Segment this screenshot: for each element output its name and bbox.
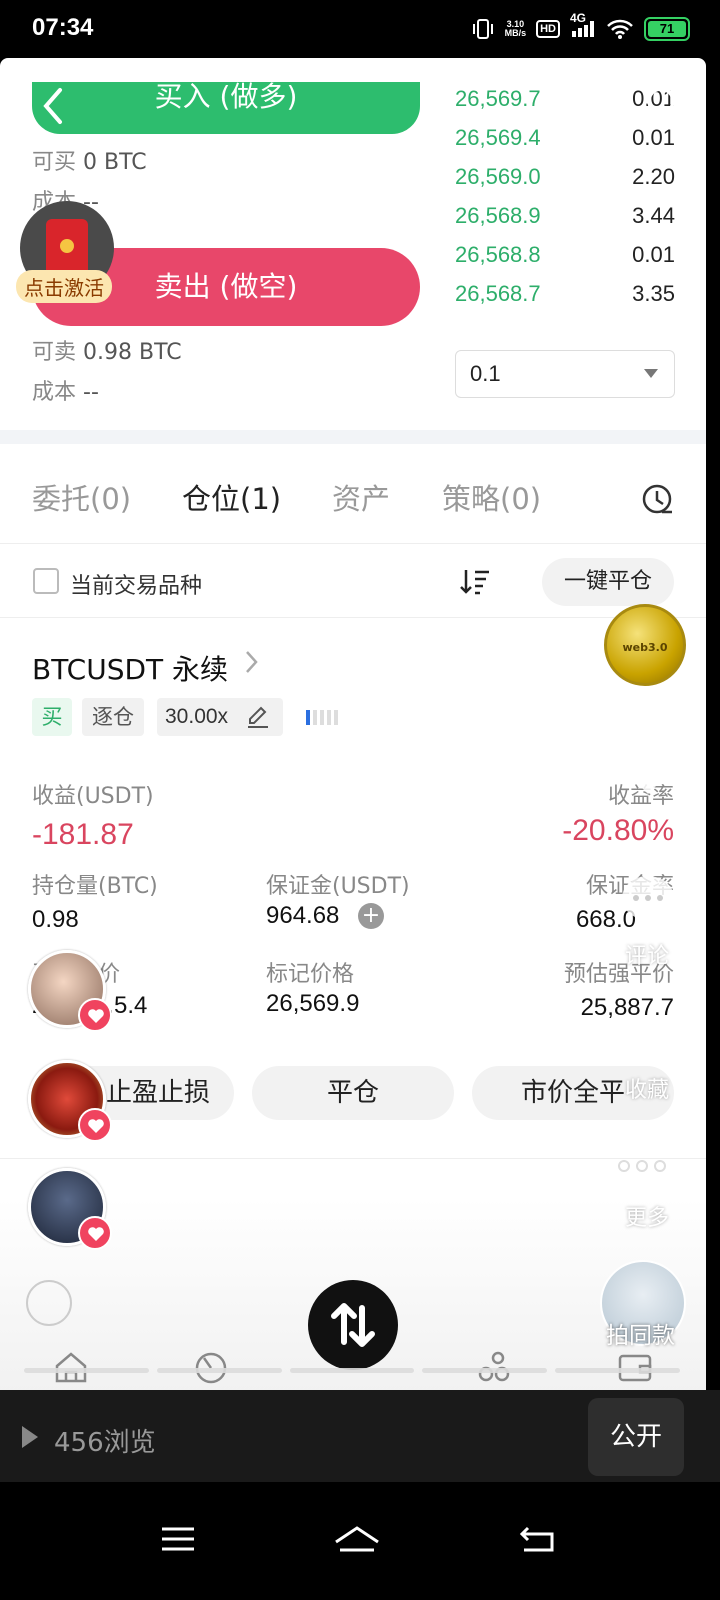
can-buy-info: 可买 0 BTC: [32, 150, 147, 175]
vibrate-icon: [472, 19, 493, 39]
order-book-row[interactable]: 26,568.9 3.44: [455, 203, 675, 242]
order-book-row[interactable]: 26,569.0 2.20: [455, 164, 675, 203]
back-icon[interactable]: [40, 86, 66, 133]
order-book-row[interactable]: 26,569.4 0.01: [455, 125, 675, 164]
depth-precision-select[interactable]: 0.1: [455, 350, 675, 398]
view-bar: 456浏览 公开: [0, 1390, 720, 1482]
position-tabs: 委托(0) 仓位(1) 资产 策略(0): [0, 458, 706, 544]
section-divider: [0, 430, 706, 444]
comment-icon[interactable]: [616, 872, 680, 928]
chevron-down-icon: [644, 369, 658, 378]
filter-row: 当前交易品种 一键平仓: [0, 546, 706, 618]
home-nav-icon[interactable]: [332, 1522, 382, 1556]
status-icons: 3.10 MB/s HD 4G 71: [471, 11, 690, 42]
system-nav-bar: [0, 1482, 720, 1600]
collect-label[interactable]: 收藏: [612, 1072, 682, 1104]
pnl-label: 收益(USDT): [32, 784, 154, 809]
heart-badge-icon[interactable]: [78, 998, 112, 1032]
like-icon[interactable]: [616, 742, 680, 798]
activate-badge[interactable]: 点击激活: [16, 270, 112, 303]
more-icon[interactable]: [618, 1160, 666, 1172]
current-symbol-label: 当前交易品种: [70, 574, 203, 599]
web3-coin-icon[interactable]: web3.0: [604, 604, 686, 686]
current-symbol-checkbox[interactable]: [33, 568, 59, 594]
same-style-label[interactable]: 拍同款: [606, 1316, 675, 1350]
margin-label: 保证金(USDT): [266, 874, 410, 899]
discover-icon[interactable]: [476, 1348, 514, 1386]
mark-price-label: 标记价格: [266, 962, 355, 987]
heart-badge-icon[interactable]: [78, 1216, 112, 1250]
position-symbol[interactable]: BTCUSDT 永续: [32, 648, 228, 688]
net-speed: 3.10 MB/s: [504, 19, 527, 38]
order-book-row[interactable]: 26,568.8 0.01: [455, 242, 675, 281]
user-icon[interactable]: [26, 1280, 72, 1326]
star-icon[interactable]: [616, 1012, 680, 1068]
status-time: 07:34: [32, 14, 94, 41]
tab-positions[interactable]: 仓位(1): [182, 476, 281, 518]
public-button[interactable]: 公开: [588, 1398, 684, 1476]
add-margin-icon[interactable]: +: [358, 903, 384, 929]
hd-icon: HD: [536, 20, 560, 38]
edit-icon[interactable]: [246, 705, 270, 729]
search-icon[interactable]: [644, 84, 686, 126]
battery-icon: 71: [644, 17, 690, 41]
tab-assets[interactable]: 资产: [332, 476, 390, 518]
status-bar: 07:34 3.10 MB/s HD 4G 71: [0, 0, 720, 58]
order-book-row[interactable]: 26,568.7 3.35: [455, 281, 675, 320]
order-book-row[interactable]: 26,569.7 0.01: [455, 86, 675, 125]
wallet-icon[interactable]: [616, 1348, 654, 1386]
swap-icon[interactable]: [308, 1280, 398, 1370]
heart-badge-icon[interactable]: [78, 1108, 112, 1142]
roe-value: -20.80%: [562, 814, 674, 847]
buy-long-button[interactable]: 买入 (做多): [32, 82, 420, 134]
side-tag: 买: [32, 698, 72, 736]
markets-icon[interactable]: [192, 1348, 230, 1386]
play-icon: [22, 1426, 38, 1448]
size-value: 0.98: [32, 906, 79, 933]
mark-price-value: 26,569.9: [266, 990, 360, 1017]
back-nav-icon[interactable]: [518, 1522, 558, 1556]
menu-icon[interactable]: [158, 1522, 198, 1556]
more-label[interactable]: 更多: [612, 1200, 682, 1232]
history-icon[interactable]: [640, 482, 674, 516]
signal-icon: 4G: [570, 11, 596, 42]
can-sell-info: 可卖 0.98 BTC: [32, 340, 182, 365]
comment-label[interactable]: 评论: [612, 938, 682, 970]
chevron-right-icon[interactable]: [244, 648, 260, 683]
home-icon[interactable]: [52, 1348, 90, 1386]
sort-icon[interactable]: [458, 566, 492, 596]
tab-orders[interactable]: 委托(0): [32, 476, 131, 518]
order-book: 26,569.7 0.01 26,569.4 0.01 26,569.0 2.20 2…: [455, 86, 675, 320]
wifi-icon: [607, 19, 633, 39]
sell-cost-info: 成本 --: [32, 380, 99, 405]
margin-value: 964.68: [266, 902, 340, 929]
story-progress: [24, 1368, 680, 1373]
trading-screen: 买入 (做多) 可买 0 BTC 成本 -- 卖出 (做空) 点击激活 可卖 0…: [0, 58, 706, 1390]
adl-indicator: [306, 710, 338, 725]
margin-mode-tag[interactable]: 逐仓: [82, 698, 144, 736]
close-position-button[interactable]: 平仓: [252, 1066, 454, 1120]
divider: [0, 1158, 706, 1159]
pnl-value: -181.87: [32, 818, 134, 851]
size-label: 持仓量(BTC): [32, 874, 158, 899]
close-all-button[interactable]: 一键平仓: [542, 558, 674, 606]
view-count: 456浏览: [54, 1428, 156, 1458]
tab-strategies[interactable]: 策略(0): [442, 476, 541, 518]
